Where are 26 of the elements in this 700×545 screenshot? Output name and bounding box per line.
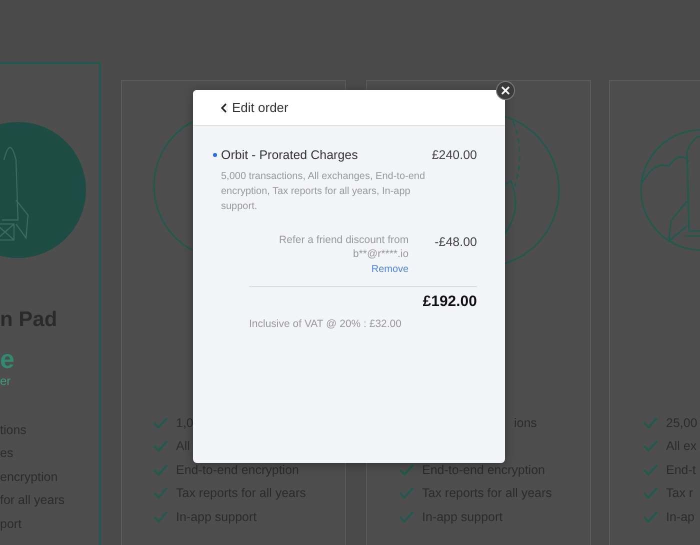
check-icon [643,510,658,523]
check-icon [153,416,168,429]
check-icon [153,510,168,523]
check-icon [643,464,658,476]
check-icon [153,487,168,500]
item-description: 5,000 transactions, All exchanges, End-to-end encryption, Tax reports for all years, In-app support. [221,170,426,214]
check-icon [153,440,168,452]
discount-amount: -£48.00 [434,234,477,251]
price-note: er [0,374,12,388]
discount-label: Refer a friend discount from b**@r****.io [278,234,409,261]
check-icon [153,464,168,476]
check-icon [399,510,414,523]
check-icon [643,416,658,429]
bullet-icon [213,153,217,157]
back-icon [221,102,227,112]
item-title: Orbit - Prorated Charges [221,147,359,163]
vat-note: Inclusive of VAT @ 20% : £32.00 [249,317,402,331]
order-total: £192.00 [422,293,477,311]
check-icon [399,487,414,500]
item-amount: £240.00 [432,147,477,163]
back-button[interactable]: Edit order [221,100,288,115]
plan-price: e [0,344,16,374]
check-icon [399,464,414,476]
check-icon [643,487,658,500]
close-icon [501,86,510,95]
check-icon [643,440,658,452]
